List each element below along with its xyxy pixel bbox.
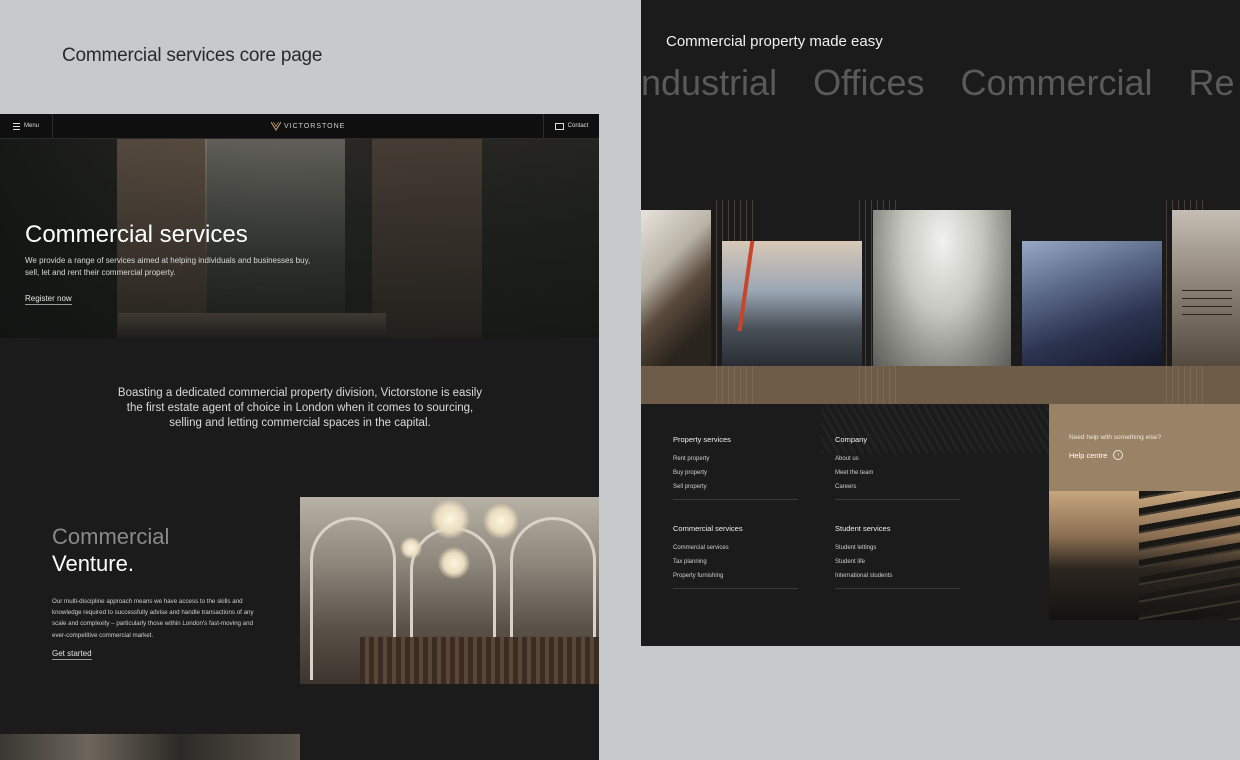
gallery-image-roof[interactable]	[641, 210, 711, 366]
menu-label: Menu	[23, 123, 39, 129]
stairs-steps	[1139, 491, 1240, 620]
hero-section: Commercial services We provide a range o…	[0, 139, 599, 338]
gallery-image-staircase[interactable]	[1172, 210, 1240, 366]
footer-link[interactable]: Student lettings	[835, 544, 960, 558]
category-marquee: ndustrial Offices Commercial Re	[641, 62, 1240, 104]
footer-column-property-services: Property services Rent property Buy prop…	[673, 435, 798, 500]
marquee-item: Commercial	[960, 62, 1153, 103]
venture-title-line2: Venture.	[52, 551, 134, 576]
mail-icon	[554, 122, 564, 130]
footer-heading: Company	[835, 435, 868, 444]
venture-title-line1: Commercial	[52, 524, 170, 549]
marquee-item: ndustrial	[641, 62, 778, 103]
tagline: Commercial property made easy	[666, 33, 883, 50]
footer-link[interactable]: Rent property	[673, 455, 798, 469]
footer-heading: Commercial services	[673, 524, 743, 533]
marquee-item: Re	[1188, 62, 1235, 103]
menu-button[interactable]: Menu	[0, 114, 53, 138]
footer-link[interactable]: Tax planning	[673, 558, 798, 572]
commercial-services-page: Menu VICTORSTONE Contact Commercial serv…	[0, 114, 599, 760]
hero-reception-desk	[118, 313, 386, 338]
marquee-item: Offices	[813, 62, 925, 103]
help-question: Need help with something else?	[1069, 434, 1162, 441]
footer-staircase-image	[1049, 491, 1240, 620]
gallery-image-city-crane[interactable]	[722, 241, 862, 366]
hero-image-column	[372, 139, 482, 338]
intro-statement: Boasting a dedicated commercial property…	[117, 387, 483, 429]
hamburger-icon	[12, 122, 20, 130]
footer-link[interactable]: International students	[835, 572, 960, 586]
footer-link[interactable]: Commercial services	[673, 544, 798, 558]
footer-link[interactable]: Property furnishing	[673, 572, 798, 586]
footer-link[interactable]: Sell property	[673, 483, 798, 497]
victorstone-logo[interactable]: VICTORSTONE	[271, 121, 345, 131]
venture-description: Our multi-discipline approach means we h…	[52, 598, 254, 639]
register-now-link[interactable]: Register now	[25, 294, 72, 305]
footer-link[interactable]: Meet the team	[835, 469, 960, 483]
footer-column-company: Company About us Meet the team Careers	[835, 435, 960, 500]
next-section-image	[0, 734, 300, 760]
contact-button[interactable]: Contact	[543, 114, 599, 138]
footer-column-student-services: Student services Student lettings Studen…	[835, 524, 960, 589]
footer-column-commercial-services: Commercial services Commercial services …	[673, 524, 798, 589]
logo-v-icon	[271, 121, 281, 131]
top-navigation-bar: Menu VICTORSTONE Contact	[0, 114, 599, 139]
get-started-link[interactable]: Get started	[52, 649, 92, 660]
footer-heading: Property services	[673, 435, 731, 444]
footer-link[interactable]: Careers	[835, 483, 960, 497]
footer-divider	[835, 499, 960, 500]
footer-link[interactable]: About us	[835, 455, 960, 469]
arrow-right-icon: ›	[1113, 450, 1124, 460]
footer-divider	[835, 588, 960, 589]
gallery-image-escalator[interactable]	[1022, 241, 1162, 366]
hero-description: We provide a range of services aimed at …	[25, 256, 311, 277]
help-panel: Need help with something else? Help cent…	[1049, 404, 1240, 491]
chandelier	[438, 547, 470, 579]
help-centre-link[interactable]: Help centre ›	[1069, 450, 1124, 460]
footer-heading: Student services	[835, 524, 891, 533]
contact-label: Contact	[567, 123, 589, 129]
footer-divider	[673, 588, 798, 589]
gallery-image-tunnel[interactable]	[873, 210, 1011, 366]
canvas-title: Commercial services core page	[62, 45, 323, 66]
footer-divider	[673, 499, 798, 500]
chandelier	[483, 503, 519, 539]
logo-text: VICTORSTONE	[284, 122, 346, 130]
hero-title: Commercial services	[25, 221, 248, 248]
image-balustrade	[360, 637, 599, 684]
venture-interior-image	[300, 497, 599, 684]
help-centre-label: Help centre	[1069, 450, 1108, 460]
footer-page-mock: Commercial property made easy ndustrial …	[641, 0, 1240, 646]
footer-link[interactable]: Student life	[835, 558, 960, 572]
footer-link[interactable]: Buy property	[673, 469, 798, 483]
chandelier	[430, 499, 470, 539]
chandelier	[400, 537, 422, 559]
